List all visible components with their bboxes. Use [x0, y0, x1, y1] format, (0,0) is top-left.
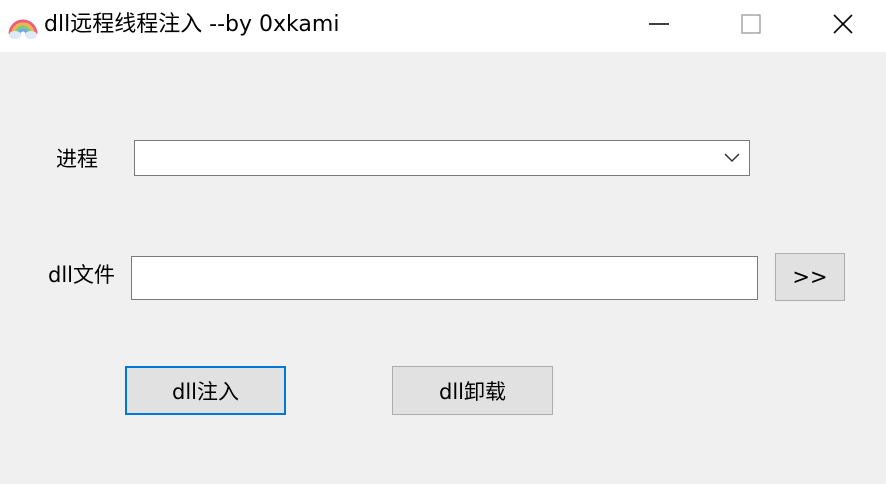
maximize-button[interactable]: [706, 0, 796, 48]
title-bar[interactable]: dll远程线程注入 --by 0xkami: [0, 0, 886, 52]
app-window: dll远程线程注入 --by 0xkami 进程 dll文件 >> dll注入 …: [0, 0, 886, 484]
maximize-icon: [740, 13, 762, 35]
inject-button[interactable]: dll注入: [125, 366, 286, 415]
close-button[interactable]: [798, 0, 886, 48]
window-title: dll远程线程注入 --by 0xkami: [44, 12, 340, 37]
chevron-down-icon[interactable]: [715, 141, 749, 175]
minimize-icon: [648, 13, 670, 35]
browse-button[interactable]: >>: [775, 253, 845, 301]
process-combobox[interactable]: [134, 140, 750, 176]
close-icon: [832, 13, 854, 35]
minimize-button[interactable]: [614, 0, 704, 48]
unload-button[interactable]: dll卸载: [392, 366, 553, 415]
dll-path-input[interactable]: [131, 256, 758, 300]
dll-file-label: dll文件: [48, 263, 115, 287]
rainbow-icon: [6, 8, 40, 42]
process-label: 进程: [56, 147, 98, 171]
